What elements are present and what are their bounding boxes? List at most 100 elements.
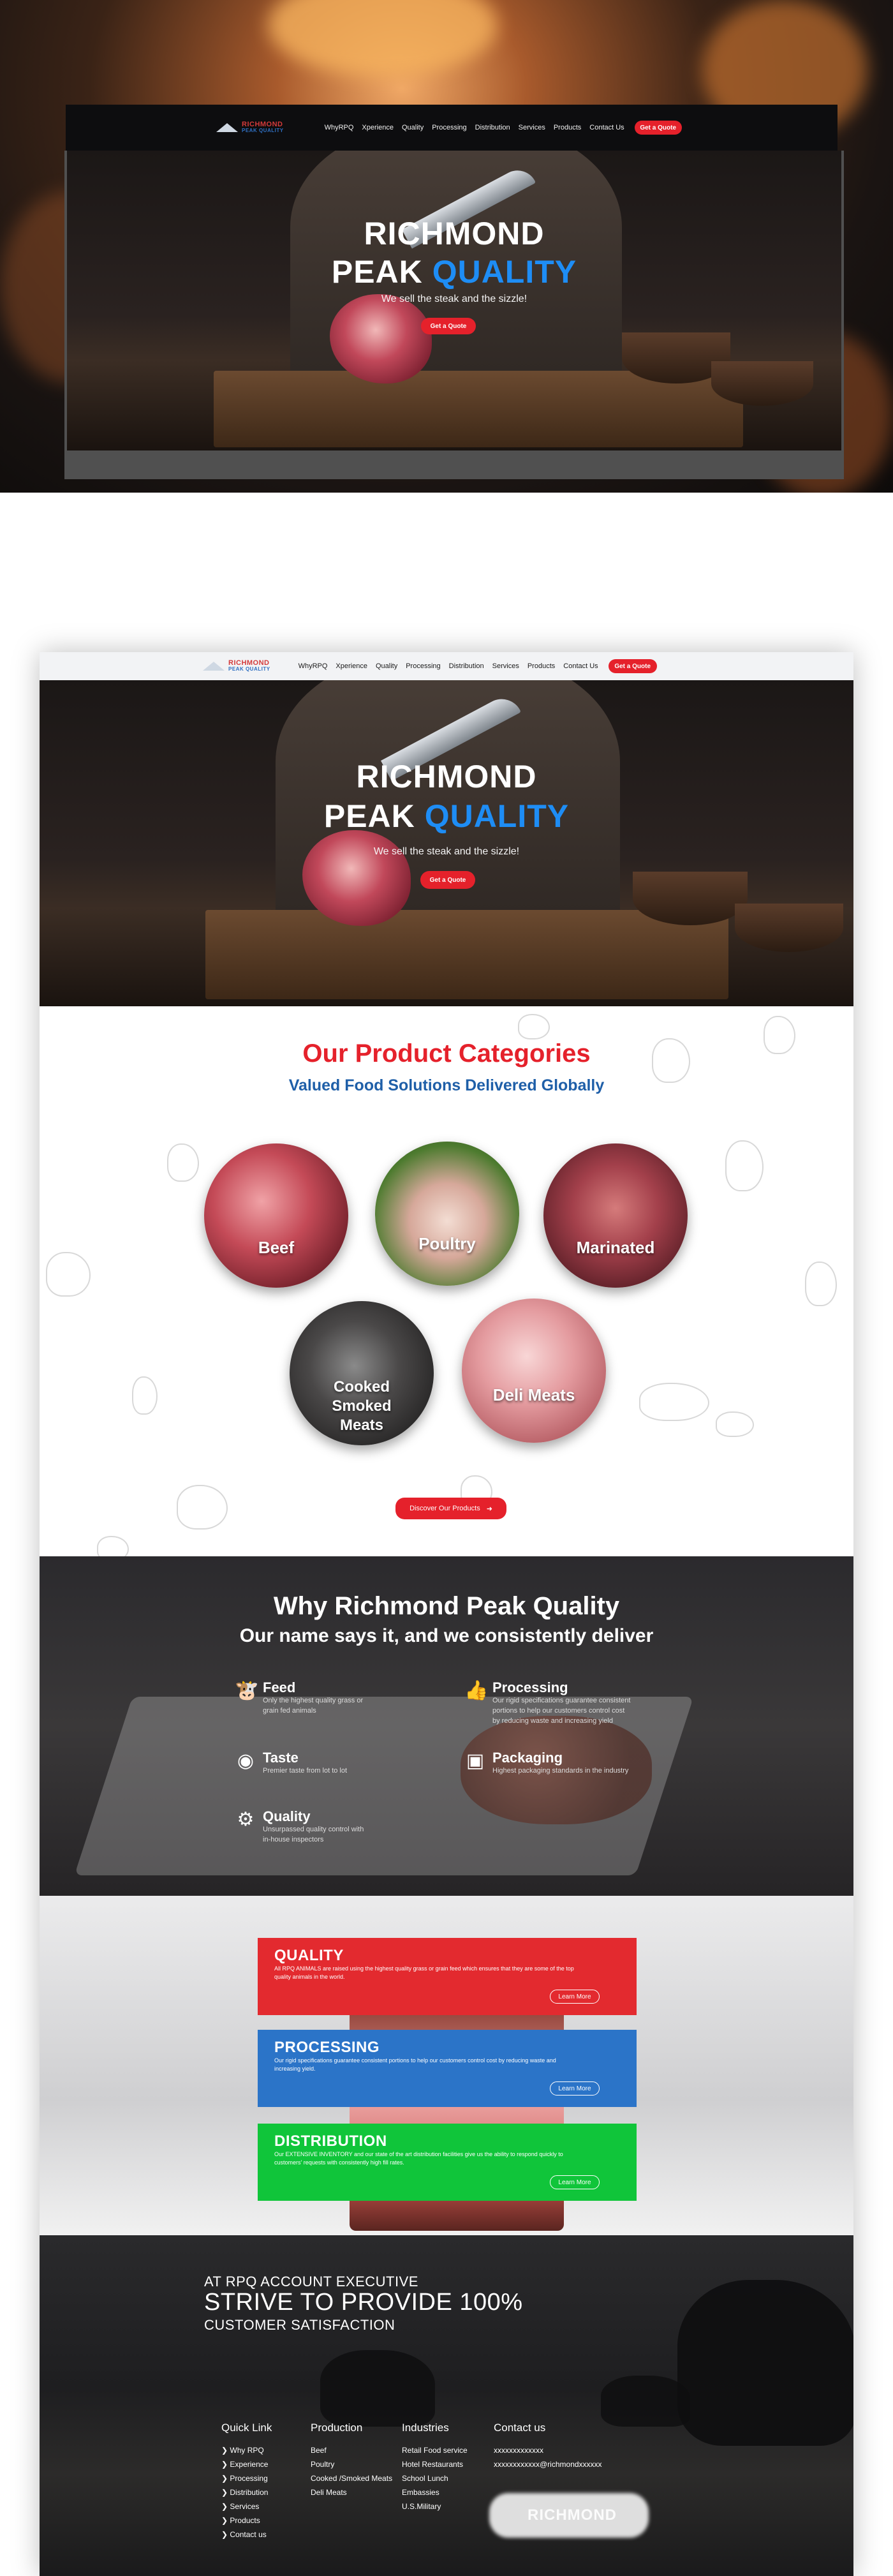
nav-item-products[interactable]: Products [528, 662, 555, 670]
top-logo[interactable]: RICHMOND PEAK QUALITY [216, 121, 284, 134]
distribution-card[interactable]: DISTRIBUTION Our EXTENSIVE INVENTORY and… [258, 2124, 637, 2201]
discover-products-button[interactable]: Discover Our Products ➜ [395, 1498, 506, 1519]
footer-link[interactable]: School Lunch [402, 2471, 468, 2485]
feature-desc: Our rigid specifications guarantee consi… [492, 1697, 631, 1725]
category-beef[interactable]: Beef [204, 1143, 348, 1288]
feature-processing: 👍 Processing Our rigid specifications gu… [464, 1680, 633, 1726]
arrow-right-icon: ➜ [486, 1505, 492, 1513]
footer-link[interactable]: ❯ Distribution [221, 2485, 272, 2499]
footer-link[interactable]: Cooked /Smoked Meats [311, 2471, 392, 2485]
nav-item-services[interactable]: Services [492, 662, 519, 670]
hero-title-peak: PEAK [331, 254, 423, 290]
cow-silhouette [601, 2376, 690, 2427]
hero-title: RICHMOND PEAK QUALITY [40, 757, 853, 836]
steak-icon: ◉ [237, 1750, 255, 1771]
footer-contact-phone: xxxxxxxxxxxxx [494, 2446, 543, 2455]
card-title: QUALITY [274, 1947, 344, 1964]
category-poultry[interactable]: Poultry [375, 1142, 519, 1286]
logo-line1: RICHMOND [242, 121, 283, 128]
hero-title-peak: PEAK [323, 798, 415, 834]
footer-link[interactable]: U.S.Military [402, 2499, 468, 2513]
footer-link[interactable]: ❯ Products [221, 2513, 272, 2528]
nav-item-contact[interactable]: Contact Us [563, 662, 598, 670]
footer-col-quick-links: Quick Link ❯ Why RPQ ❯ Experience ❯ Proc… [221, 2422, 272, 2542]
mountain-logo-icon [216, 122, 238, 133]
footer-link[interactable]: Retail Food service [402, 2443, 468, 2457]
hero-title-line2: PEAK QUALITY [67, 253, 841, 291]
footer-link[interactable]: ❯ Why RPQ [221, 2443, 272, 2457]
footer-link[interactable]: ❯ Contact us [221, 2528, 272, 2542]
footer-link[interactable]: ❯ Services [221, 2499, 272, 2513]
nav-item-whyrpq[interactable]: WhyRPQ [325, 124, 354, 131]
preview-logo[interactable]: RICHMOND PEAK QUALITY [203, 660, 270, 673]
nav-item-whyrpq[interactable]: WhyRPQ [299, 662, 328, 670]
gear-icon: ⚙ [237, 1809, 255, 1830]
footer-link[interactable]: Embassies [402, 2485, 468, 2499]
footer-col-heading: Industries [402, 2422, 449, 2434]
nav-item-xperience[interactable]: Xperience [362, 124, 394, 131]
top-hero-preview: RICHMOND PEAK QUALITY WhyRPQ Xperience Q… [0, 0, 893, 493]
hero-title-line1: RICHMOND [356, 759, 537, 794]
bowl [711, 361, 813, 406]
nav-get-quote-button[interactable]: Get a Quote [608, 659, 657, 673]
nav-item-xperience[interactable]: Xperience [336, 662, 367, 670]
quality-card[interactable]: QUALITY All RPQ ANIMALS are raised using… [258, 1938, 637, 2015]
nav-get-quote-button[interactable]: Get a Quote [634, 121, 682, 135]
category-deli-meats[interactable]: Deli Meats [462, 1299, 606, 1443]
category-label: Beef [258, 1238, 295, 1257]
steak-doodle-icon [805, 1262, 837, 1306]
footer-link[interactable]: Hotel Restaurants [402, 2457, 468, 2471]
cow-icon: 🐮 [235, 1680, 259, 1701]
footer-link[interactable]: Deli Meats [311, 2485, 392, 2499]
nav-item-processing[interactable]: Processing [406, 662, 440, 670]
hero-get-quote-button[interactable]: Get a Quote [420, 871, 475, 889]
nav-item-contact[interactable]: Contact Us [589, 124, 624, 131]
footer-link[interactable]: ❯ Processing [221, 2471, 272, 2485]
ribs-doodle-icon [177, 1485, 228, 1530]
feature-title: Processing [492, 1679, 568, 1695]
learn-more-button[interactable]: Learn More [550, 2081, 600, 2096]
chicken-leg-doodle-icon [716, 1411, 754, 1437]
footer-contact-email[interactable]: xxxxxxxxxxxx@richmondxxxxxx [494, 2457, 602, 2471]
nav-item-products[interactable]: Products [554, 124, 581, 131]
processing-card[interactable]: PROCESSING Our rigid specifications guar… [258, 2030, 637, 2107]
hero-get-quote-button[interactable]: Get a Quote [421, 318, 476, 334]
footer: AT RPQ ACCOUNT EXECUTIVE STRIVE TO PROVI… [40, 2235, 853, 2576]
nav-item-services[interactable]: Services [519, 124, 545, 131]
footer-tagline-line1: AT RPQ ACCOUNT EXECUTIVE [204, 2274, 418, 2289]
nav-item-quality[interactable]: Quality [376, 662, 397, 670]
bowl [735, 904, 843, 952]
footer-link[interactable]: Beef [311, 2443, 392, 2457]
chicken-leg-doodle-icon [97, 1536, 129, 1556]
category-cooked-smoked-meats[interactable]: Cooked Smoked Meats [290, 1301, 434, 1445]
nav-item-distribution[interactable]: Distribution [475, 124, 510, 131]
learn-more-button[interactable]: Learn More [550, 2175, 600, 2189]
box-icon: ▣ [466, 1750, 485, 1771]
nav-item-processing[interactable]: Processing [432, 124, 466, 131]
hero-subtitle: We sell the steak and the sizzle! [381, 294, 528, 304]
top-hero-image: RICHMOND PEAK QUALITY We sell the steak … [67, 151, 841, 450]
chicken-leg-doodle-icon [518, 1014, 550, 1039]
footer-link[interactable]: ❯ Experience [221, 2457, 272, 2471]
categories-heading: Our Product Categories [302, 1039, 591, 1068]
why-subheading: Our name says it, and we consistently de… [239, 1625, 654, 1646]
learn-more-button[interactable]: Learn More [550, 1990, 600, 2004]
card-text: Our EXTENSIVE INVENTORY and our state of… [274, 2151, 563, 2166]
footer-tagline-line2: STRIVE TO PROVIDE 100% [204, 2289, 523, 2316]
hero-title-quality: QUALITY [424, 798, 570, 834]
feature-feed: 🐮 Feed Only the highest quality grass or… [235, 1680, 365, 1716]
preview-hero-image: RICHMOND PEAK QUALITY We sell the steak … [40, 680, 853, 1006]
logo-line2: PEAK QUALITY [242, 128, 284, 133]
steak-doodle-icon [725, 1140, 764, 1191]
footer-link[interactable]: Poultry [311, 2457, 392, 2471]
nav-item-distribution[interactable]: Distribution [449, 662, 484, 670]
category-marinated[interactable]: Marinated [543, 1143, 688, 1288]
nav-item-quality[interactable]: Quality [402, 124, 424, 131]
why-rpq-section: Why Richmond Peak Quality Our name says … [40, 1556, 853, 1896]
category-label: Deli Meats [492, 1385, 575, 1404]
feature-desc: Highest packaging standards in the indus… [492, 1767, 629, 1775]
hero-title-line1: RICHMOND [364, 216, 545, 251]
feature-title: Feed [263, 1679, 296, 1695]
footer-col-heading: Quick Link [221, 2422, 272, 2434]
feature-packaging: ▣ Packaging Highest packaging standards … [464, 1750, 646, 1776]
